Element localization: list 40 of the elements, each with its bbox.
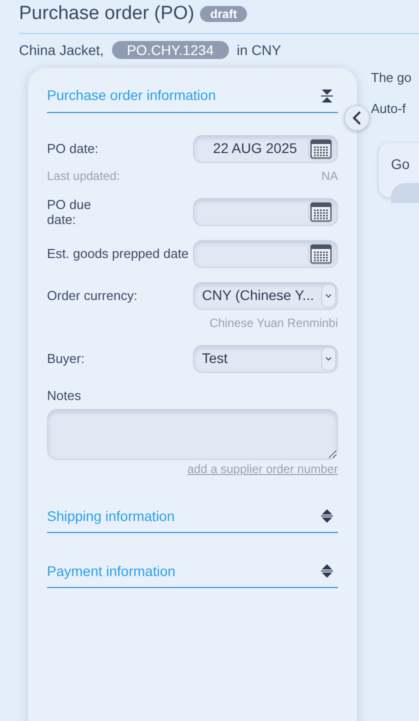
chevron-left-icon (352, 110, 362, 124)
info-text: Auto-f (371, 100, 407, 118)
field-label: PO date: (47, 140, 98, 158)
field-label: PO due date: (47, 196, 92, 226)
chevron-down-icon (321, 346, 336, 370)
info-text: The go (371, 68, 412, 87)
field-label: Est. goods prepped date (47, 244, 189, 263)
calendar-icon[interactable] (310, 244, 332, 264)
section-title[interactable]: Purchase order information (47, 85, 216, 106)
select-field[interactable]: Test (193, 344, 338, 372)
side-card-title: Go (391, 156, 410, 172)
supplier-order-link[interactable]: add a supplier order number (187, 460, 338, 478)
select-value: Test (202, 349, 229, 368)
note-label: Last updated: (47, 168, 120, 184)
expand-icon[interactable] (320, 564, 334, 578)
notes-field[interactable] (47, 409, 338, 460)
date-field[interactable]: 22 AUG 2025 (193, 134, 338, 162)
expand-icon[interactable] (320, 509, 334, 523)
note-value: NA (321, 168, 338, 184)
collapse-panel-button[interactable] (344, 104, 370, 130)
currency-hint: Chinese Yuan Renminbi (209, 314, 338, 332)
calendar-icon[interactable] (310, 138, 332, 158)
select-field[interactable]: CNY (Chinese Y... (193, 282, 338, 310)
date-value: 22 AUG 2025 (212, 139, 298, 158)
currency-note: in CNY (236, 40, 282, 60)
field-label: Notes (47, 386, 82, 404)
supplier-name: China Jacket, (19, 40, 104, 60)
section-title[interactable]: Shipping information (47, 506, 175, 526)
select-value: CNY (Chinese Y... (202, 286, 316, 305)
page-title: Purchase order (PO) (19, 2, 194, 26)
calendar-icon[interactable] (310, 202, 332, 222)
section-title[interactable]: Payment information (47, 560, 176, 582)
date-field[interactable] (193, 198, 338, 226)
field-label: Buyer: (47, 350, 85, 368)
date-field[interactable] (193, 240, 338, 268)
field-label: Order currency: (47, 286, 138, 305)
chevron-down-icon (321, 284, 336, 308)
po-number-badge: PO.CHY.1234 (112, 41, 229, 59)
collapse-icon[interactable] (320, 88, 334, 102)
status-badge: draft (200, 6, 247, 22)
